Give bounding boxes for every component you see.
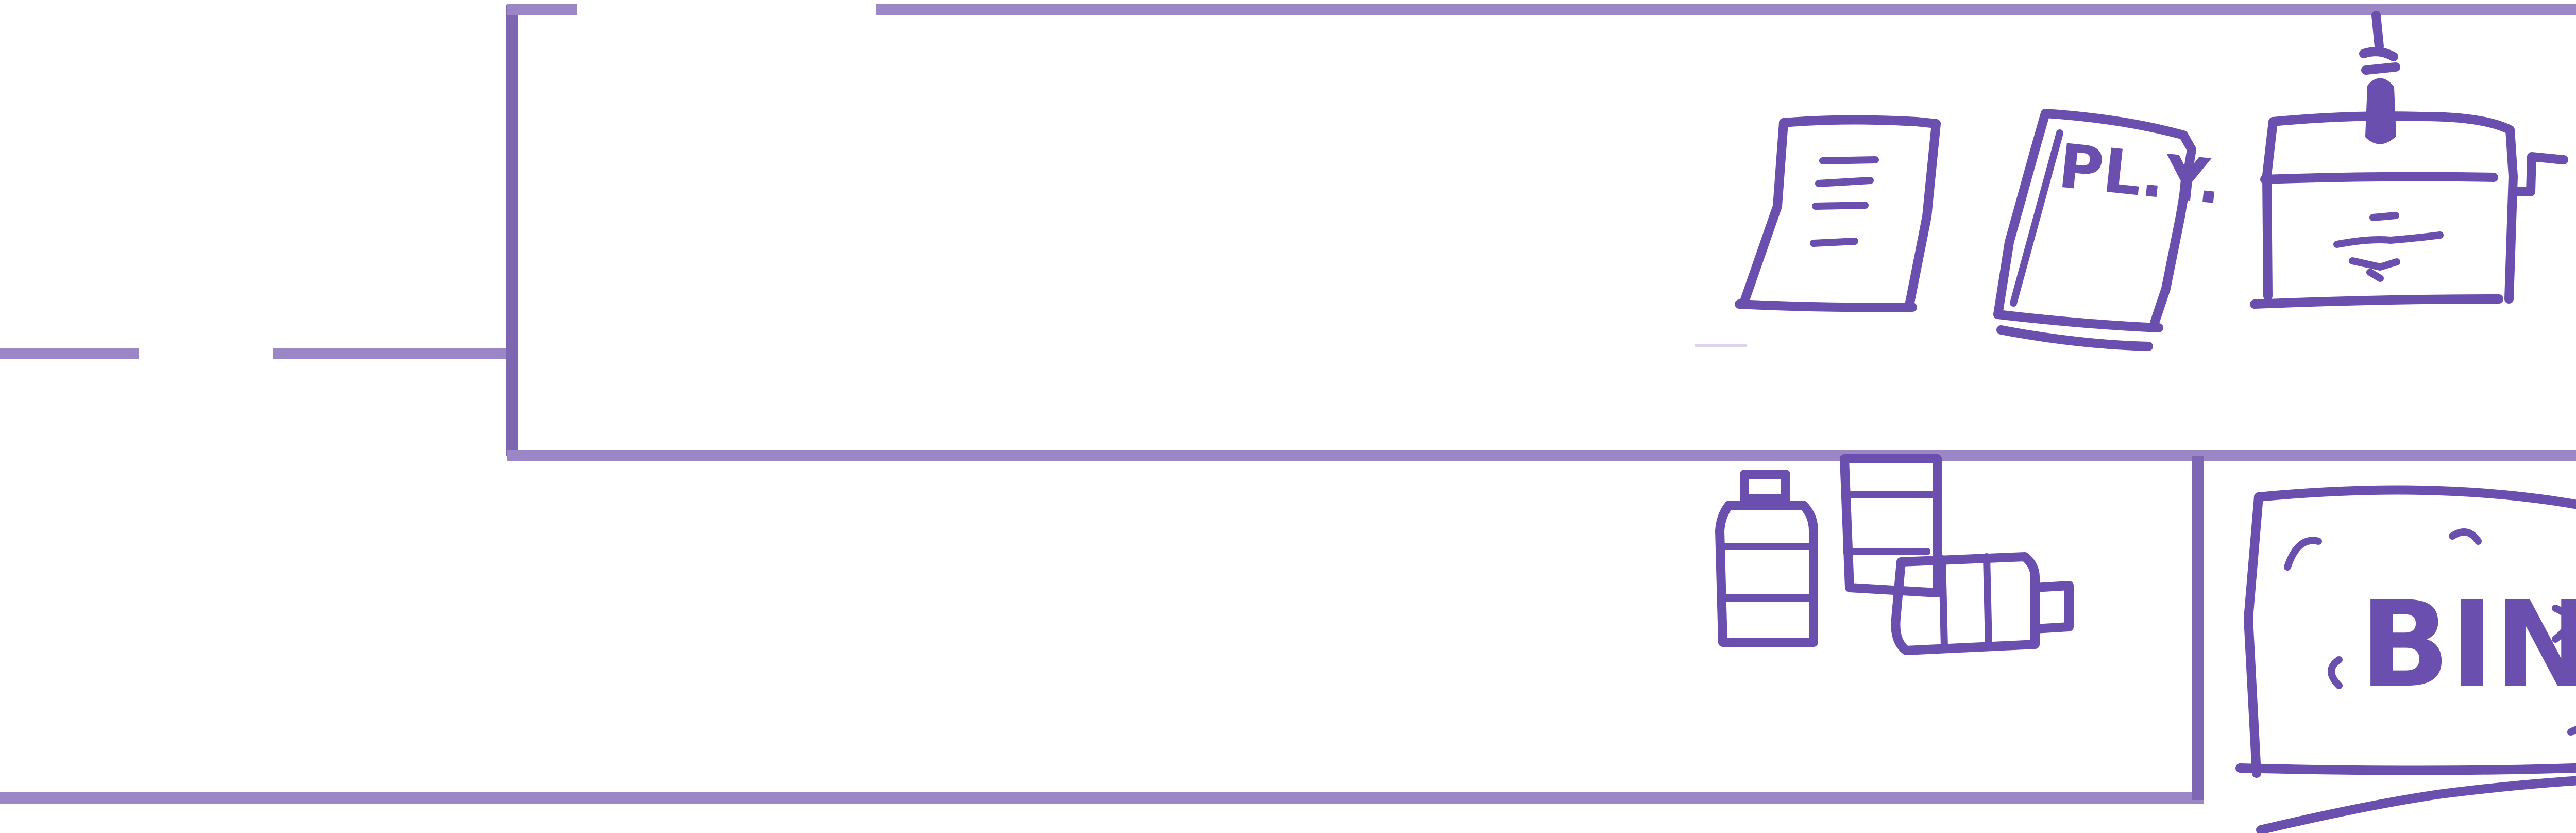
notebook-icon: PL.Y. (1993, 109, 2225, 351)
bin-label: BIN (2360, 576, 2576, 714)
bottles-cluster-icon (1715, 454, 2074, 655)
press-machine-icon (2250, 11, 2568, 309)
document-icon (1735, 115, 1941, 312)
bin-icon: BIN (2235, 485, 2576, 833)
notebook-label: PL.Y. (2055, 130, 2225, 218)
floor-plan-walls (0, 4, 2576, 804)
floor-plan-diagram: PL.Y. BIN (0, 4, 2576, 833)
